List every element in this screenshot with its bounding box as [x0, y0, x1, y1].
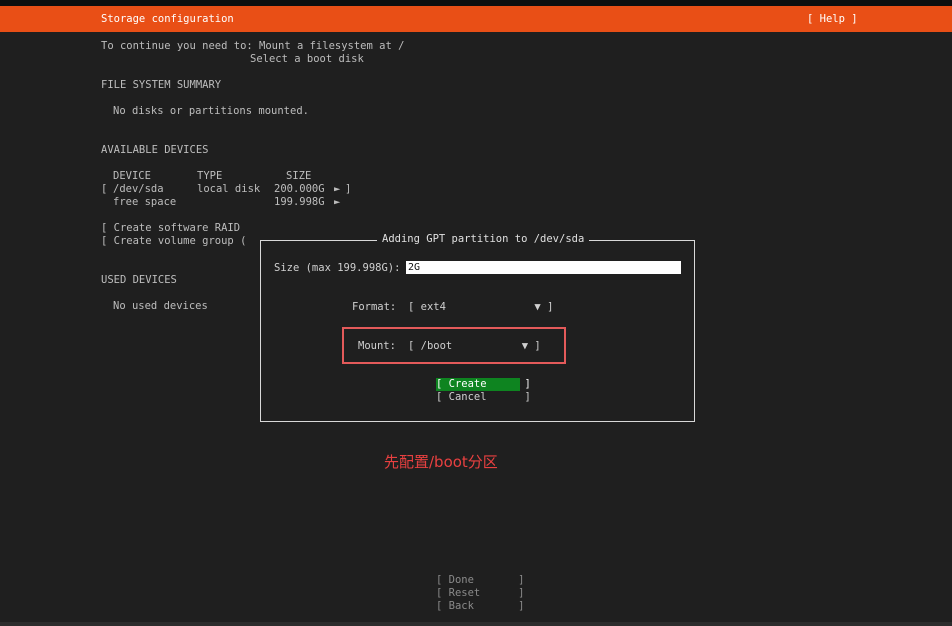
format-select[interactable]: [ ext4 ▼ ] — [408, 301, 553, 314]
column-header-device: DEVICE — [113, 170, 151, 182]
format-label: Format: — [352, 301, 397, 313]
device-type: local disk — [197, 183, 261, 195]
intro-line-2: Select a boot disk — [250, 53, 364, 65]
create-volume-group-button[interactable]: [ Create volume group ( — [101, 235, 246, 248]
device-size: 199.998G — [274, 196, 325, 208]
device-name: free space — [113, 196, 177, 208]
cancel-button[interactable]: [ Cancel ] — [436, 391, 531, 404]
done-button[interactable]: [ Done ] — [436, 574, 525, 587]
reset-button[interactable]: [ Reset ] — [436, 587, 525, 600]
used-devices-heading: USED DEVICES — [101, 274, 177, 286]
available-devices-heading: AVAILABLE DEVICES — [101, 144, 209, 156]
expand-arrow-icon[interactable]: ► — [334, 183, 340, 196]
header-bar: Storage configuration [ Help ] — [0, 6, 952, 32]
annotation-text: 先配置/boot分区 — [384, 453, 498, 471]
size-label: Size (max 199.998G): — [274, 262, 401, 274]
create-software-raid-button[interactable]: [ Create software RAID — [101, 222, 240, 235]
size-input[interactable]: 2G — [406, 261, 681, 274]
intro-line-1: To continue you need to: Mount a filesys… — [101, 40, 405, 52]
back-button[interactable]: [ Back ] — [436, 600, 525, 613]
expand-arrow-icon[interactable]: ► — [334, 196, 340, 209]
mount-highlight-box — [342, 327, 566, 364]
create-button[interactable]: [ Create ] — [436, 378, 531, 391]
fs-summary-heading: FILE SYSTEM SUMMARY — [101, 79, 222, 91]
column-header-type: TYPE — [197, 170, 223, 182]
page-title: Storage configuration — [101, 13, 234, 25]
dialog-title: Adding GPT partition to /dev/sda — [377, 233, 590, 246]
bottom-strip — [0, 622, 952, 626]
used-devices-empty: No used devices — [113, 300, 208, 312]
row-bracket-close: ] — [345, 183, 352, 195]
column-header-size: SIZE — [286, 170, 312, 182]
row-bracket-open: [ — [101, 183, 108, 195]
device-size: 200.000G — [274, 183, 325, 195]
device-name: /dev/sda — [113, 183, 164, 195]
fs-summary-empty: No disks or partitions mounted. — [113, 105, 309, 117]
help-button[interactable]: [ Help ] — [807, 13, 858, 26]
